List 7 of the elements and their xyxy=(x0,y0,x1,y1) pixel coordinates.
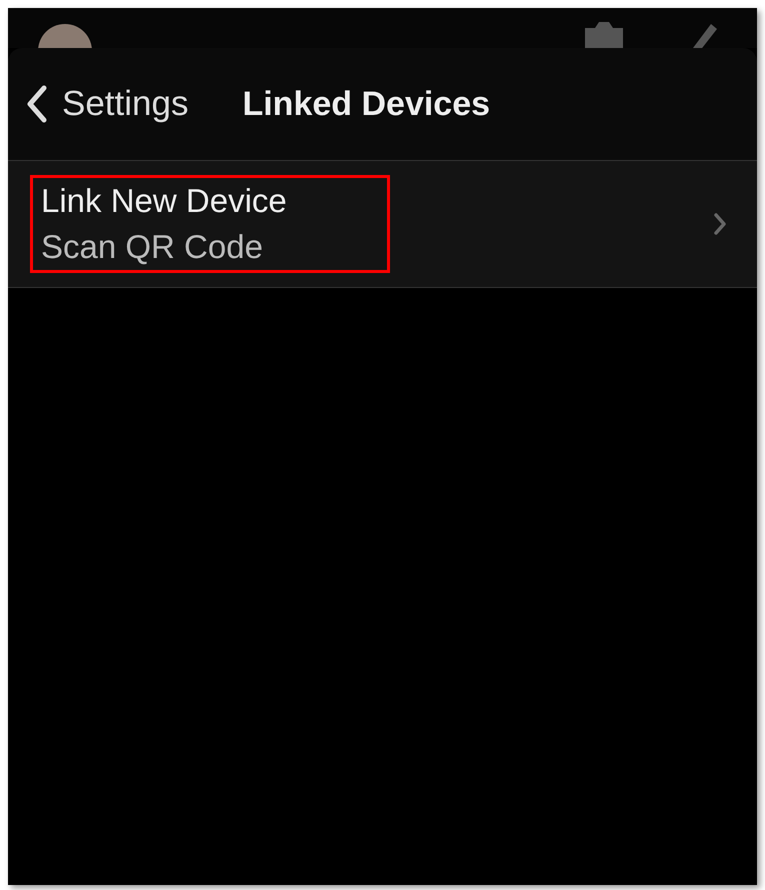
row-title: Link New Device xyxy=(41,182,287,220)
link-device-row[interactable]: Link New Device Scan QR Code xyxy=(8,161,757,288)
back-chevron-icon xyxy=(26,85,48,123)
chevron-icon xyxy=(713,212,727,236)
row-subtitle: Scan QR Code xyxy=(41,228,264,266)
back-button[interactable]: Settings xyxy=(26,84,188,124)
screen-title: Linked Devices xyxy=(242,84,490,124)
